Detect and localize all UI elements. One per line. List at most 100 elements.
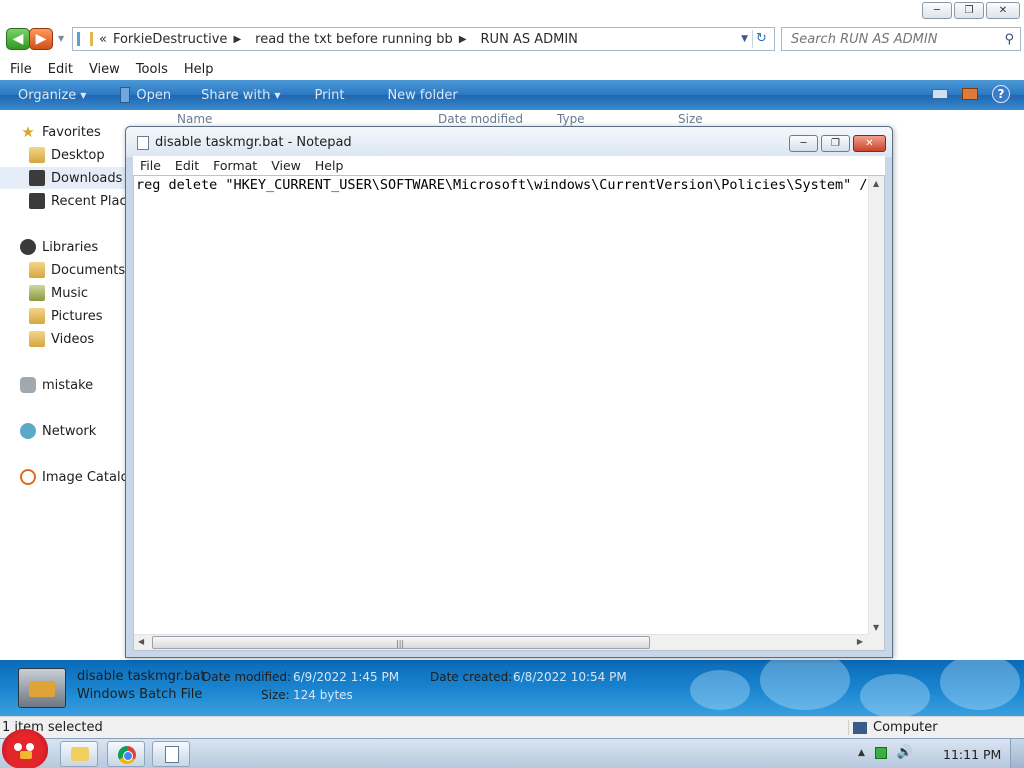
videos-icon xyxy=(29,331,45,347)
nav-videos[interactable]: Videos xyxy=(0,328,132,350)
column-header-type[interactable]: Type xyxy=(557,112,617,126)
notepad-menu-help[interactable]: Help xyxy=(308,158,351,173)
volume-icon[interactable]: 🔊 xyxy=(897,745,913,760)
breadcrumb-arrow-icon[interactable]: ▶ xyxy=(459,34,467,45)
vertical-scrollbar[interactable]: ▲ ▼ xyxy=(868,176,884,636)
chevron-down-icon: ▼ xyxy=(274,90,281,100)
menu-tools[interactable]: Tools xyxy=(128,62,176,77)
chevron-down-icon: ▼ xyxy=(80,90,87,100)
star-icon: ★ xyxy=(21,123,35,141)
show-hidden-icons-icon[interactable]: ▲ xyxy=(858,748,865,758)
notepad-maximize-button[interactable]: ❐ xyxy=(821,135,850,152)
address-bar[interactable]: « ForkieDestructive ▶ read the txt before… xyxy=(72,27,775,51)
date-created-label: Date created: xyxy=(430,670,513,684)
nav-favorites[interactable]: ★ Favorites xyxy=(0,121,132,143)
background-bubble xyxy=(760,660,850,710)
menu-edit[interactable]: Edit xyxy=(40,62,81,77)
preview-pane-icon[interactable] xyxy=(962,88,978,100)
nav-music[interactable]: Music xyxy=(0,282,132,304)
maximize-button[interactable]: ❐ xyxy=(954,2,984,19)
nav-pictures[interactable]: Pictures xyxy=(0,305,132,327)
breadcrumb-item[interactable]: RUN AS ADMIN xyxy=(481,32,578,47)
breadcrumb-arrow-icon[interactable]: ▶ xyxy=(233,34,241,45)
documents-icon xyxy=(29,262,45,278)
minimize-button[interactable]: ─ xyxy=(922,2,952,19)
column-header-size[interactable]: Size xyxy=(678,112,728,126)
status-bar: 1 item selected Computer xyxy=(0,716,1024,738)
nav-image-catalog[interactable]: Image Catalog xyxy=(0,466,137,488)
search-box[interactable]: ⚲ xyxy=(781,27,1021,51)
notepad-menu-edit[interactable]: Edit xyxy=(168,158,206,173)
menu-help[interactable]: Help xyxy=(176,62,222,77)
nav-downloads[interactable]: Downloads xyxy=(0,167,132,189)
close-button[interactable]: ✕ xyxy=(986,2,1020,19)
taskbar-notepad-button[interactable] xyxy=(152,741,190,767)
organize-button[interactable]: Organize ▼ xyxy=(18,88,86,103)
nav-recent-places[interactable]: Recent Places xyxy=(0,190,141,212)
search-input[interactable] xyxy=(791,31,991,47)
notepad-edit-area[interactable]: reg delete "HKEY_CURRENT_USER\SOFTWARE\M… xyxy=(133,175,885,651)
breadcrumb-item[interactable]: ForkieDestructive ▶ xyxy=(113,32,249,47)
print-button[interactable]: Print xyxy=(315,88,345,103)
back-button[interactable]: ◀ xyxy=(6,28,30,50)
notepad-minimize-button[interactable]: ─ xyxy=(789,135,818,152)
notepad-menu-view[interactable]: View xyxy=(264,158,308,173)
help-icon[interactable]: ? xyxy=(992,85,1010,103)
breadcrumb-overflow[interactable]: « xyxy=(99,32,107,47)
scroll-left-icon[interactable]: ◀ xyxy=(138,637,144,646)
batch-file-icon xyxy=(18,668,66,708)
notepad-title-bar[interactable]: disable taskmgr.bat - Notepad ─ ❐ ✕ xyxy=(126,127,892,157)
background-bubble xyxy=(940,660,1020,710)
menu-view[interactable]: View xyxy=(81,62,128,77)
refresh-icon[interactable]: ↻ xyxy=(752,30,770,48)
breadcrumb-item[interactable]: read the txt before running bb ▶ xyxy=(255,32,474,47)
address-row: ◀ ▶ ▼ « ForkieDestructive ▶ read the txt … xyxy=(0,24,1024,57)
notepad-icon xyxy=(165,746,179,763)
date-modified-value: 6/9/2022 1:45 PM xyxy=(293,670,400,684)
scroll-up-icon[interactable]: ▲ xyxy=(873,179,879,188)
nav-libraries[interactable]: Libraries xyxy=(0,236,132,258)
network-status-icon[interactable] xyxy=(874,746,887,759)
column-header-date-modified[interactable]: Date modified xyxy=(438,112,538,126)
command-bar: Organize ▼ Open Share with ▼ Print New fol… xyxy=(0,80,1024,110)
background-bubble xyxy=(690,670,750,710)
downloads-icon xyxy=(29,170,45,186)
search-icon[interactable]: ⚲ xyxy=(1004,32,1014,47)
change-view-icon[interactable] xyxy=(932,89,948,99)
recent-places-icon xyxy=(29,193,45,209)
horizontal-scroll-thumb[interactable]: ||| xyxy=(152,636,650,649)
eye-icon xyxy=(26,743,34,751)
music-icon xyxy=(29,285,45,301)
open-button[interactable]: Open xyxy=(120,87,171,103)
notepad-text[interactable]: reg delete "HKEY_CURRENT_USER\SOFTWARE\M… xyxy=(136,177,871,633)
chevron-down-icon[interactable]: ▼ xyxy=(741,34,748,44)
share-with-button[interactable]: Share with ▼ xyxy=(201,88,280,103)
taskbar-clock[interactable]: 11:11 PM xyxy=(943,747,1001,762)
show-desktop-button[interactable] xyxy=(1010,739,1024,768)
size-grip[interactable] xyxy=(868,634,884,650)
recent-pages-dropdown[interactable]: ▼ xyxy=(58,34,64,43)
notepad-menu-format[interactable]: Format xyxy=(206,158,264,173)
taskbar-chrome-button[interactable] xyxy=(107,741,145,767)
forward-button[interactable]: ▶ xyxy=(29,28,53,50)
taskbar-explorer-button[interactable] xyxy=(60,741,98,767)
notepad-menu-file[interactable]: File xyxy=(133,158,168,173)
column-header-name[interactable]: Name xyxy=(177,112,217,126)
scroll-right-icon[interactable]: ▶ xyxy=(857,637,863,646)
notepad-menubar: File Edit Format View Help xyxy=(133,156,885,175)
folder-icon xyxy=(77,32,93,46)
details-file-name: disable taskmgr.bat xyxy=(77,669,206,684)
notepad-close-button[interactable]: ✕ xyxy=(853,135,886,152)
nav-documents[interactable]: Documents xyxy=(0,259,132,281)
notepad-window: disable taskmgr.bat - Notepad ─ ❐ ✕ File… xyxy=(125,126,893,658)
scroll-down-icon[interactable]: ▼ xyxy=(873,623,879,632)
pictures-icon xyxy=(29,308,45,324)
nav-user-folder[interactable]: mistake xyxy=(0,374,132,396)
nav-desktop[interactable]: Desktop xyxy=(0,144,132,166)
nav-network[interactable]: Network xyxy=(0,420,132,442)
start-button[interactable] xyxy=(2,729,48,768)
system-tray: ▲ 🔊 xyxy=(858,745,913,760)
new-folder-button[interactable]: New folder xyxy=(387,88,457,103)
menu-file[interactable]: File xyxy=(2,62,40,77)
horizontal-scrollbar[interactable]: ◀ ||| ▶ xyxy=(134,634,869,650)
